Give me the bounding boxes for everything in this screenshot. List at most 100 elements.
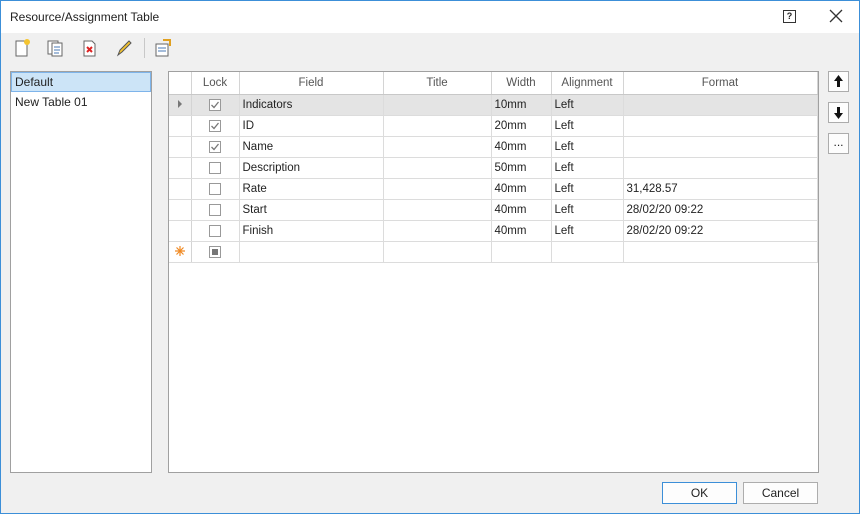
- new-row-cell[interactable]: [551, 241, 624, 263]
- cell-title[interactable]: [383, 136, 492, 158]
- move-up-button[interactable]: [828, 71, 849, 92]
- table-list[interactable]: Default New Table 01: [10, 71, 152, 473]
- lock-checkbox[interactable]: [209, 140, 221, 153]
- lock-checkbox[interactable]: [209, 98, 221, 111]
- arrow-up-icon: [834, 75, 843, 87]
- cell-width[interactable]: 40mm: [491, 199, 552, 221]
- cell-field[interactable]: ID: [239, 115, 384, 137]
- table-row[interactable]: Description 50mm Left: [169, 157, 818, 179]
- cell-format[interactable]: [623, 136, 818, 158]
- title-bar: Resource/Assignment Table ?: [1, 1, 859, 33]
- new-row-cell[interactable]: [491, 241, 552, 263]
- grid-body: Indicators 10mm Left ID 20mm Left Name 40mm Left…: [169, 94, 818, 263]
- row-indicator[interactable]: [169, 115, 192, 137]
- move-down-button[interactable]: [828, 102, 849, 123]
- lock-checkbox[interactable]: [209, 203, 221, 216]
- column-header-alignment[interactable]: Alignment: [551, 72, 624, 95]
- cell-title[interactable]: [383, 178, 492, 200]
- row-indicator[interactable]: [169, 199, 192, 221]
- lock-checkbox[interactable]: [209, 161, 221, 174]
- header-row: Lock Field Title Width Alignment Format: [169, 72, 818, 95]
- lock-cell: [191, 157, 240, 179]
- delete-table-button[interactable]: [79, 38, 99, 58]
- lock-cell: [191, 220, 240, 242]
- cell-alignment[interactable]: Left: [551, 94, 624, 116]
- lock-checkbox[interactable]: [209, 224, 221, 237]
- table-row[interactable]: ID 20mm Left: [169, 115, 818, 137]
- list-item-new-table-01[interactable]: New Table 01: [11, 92, 151, 112]
- cell-alignment[interactable]: Left: [551, 115, 624, 137]
- cell-width[interactable]: 20mm: [491, 115, 552, 137]
- cell-format[interactable]: [623, 157, 818, 179]
- field-table: Lock Field Title Width Alignment Format …: [169, 72, 818, 263]
- table-row[interactable]: Finish 40mm Left 28/02/20 09:22: [169, 220, 818, 242]
- current-row-icon: [177, 99, 182, 108]
- cell-alignment[interactable]: Left: [551, 157, 624, 179]
- new-row-cell[interactable]: [383, 241, 492, 263]
- indicator-header: [169, 72, 192, 95]
- cell-width[interactable]: 40mm: [491, 178, 552, 200]
- cell-title[interactable]: [383, 220, 492, 242]
- help-button[interactable]: ?: [783, 10, 796, 23]
- more-options-button[interactable]: ...: [828, 133, 849, 154]
- cancel-button[interactable]: Cancel: [743, 482, 818, 504]
- row-indicator[interactable]: [169, 157, 192, 179]
- cell-format[interactable]: 28/02/20 09:22: [623, 199, 818, 221]
- cell-alignment[interactable]: Left: [551, 220, 624, 242]
- cell-format[interactable]: [623, 115, 818, 137]
- new-row[interactable]: [169, 241, 818, 263]
- column-header-field[interactable]: Field: [239, 72, 384, 95]
- new-row-cell[interactable]: [239, 241, 384, 263]
- cell-field[interactable]: Indicators: [239, 94, 384, 116]
- table-row[interactable]: Start 40mm Left 28/02/20 09:22: [169, 199, 818, 221]
- lock-checkbox-indeterminate[interactable]: [209, 245, 221, 258]
- table-row[interactable]: Indicators 10mm Left: [169, 94, 818, 116]
- properties-icon: [155, 39, 171, 57]
- cell-field[interactable]: Description: [239, 157, 384, 179]
- cell-title[interactable]: [383, 94, 492, 116]
- new-table-button[interactable]: [12, 38, 32, 58]
- column-header-lock[interactable]: Lock: [191, 72, 240, 95]
- row-indicator[interactable]: [169, 220, 192, 242]
- row-indicator[interactable]: [169, 94, 192, 116]
- properties-button[interactable]: [153, 38, 173, 58]
- cell-format[interactable]: 28/02/20 09:22: [623, 220, 818, 242]
- new-row-cell[interactable]: [623, 241, 818, 263]
- toolbar-separator: [144, 38, 145, 58]
- cell-width[interactable]: 10mm: [491, 94, 552, 116]
- table-row[interactable]: Name 40mm Left: [169, 136, 818, 158]
- column-header-width[interactable]: Width: [491, 72, 552, 95]
- new-row-indicator: [169, 241, 192, 263]
- column-header-format[interactable]: Format: [623, 72, 818, 95]
- cell-title[interactable]: [383, 115, 492, 137]
- lock-checkbox[interactable]: [209, 119, 221, 132]
- cell-alignment[interactable]: Left: [551, 199, 624, 221]
- cell-alignment[interactable]: Left: [551, 178, 624, 200]
- cell-width[interactable]: 40mm: [491, 220, 552, 242]
- table-row[interactable]: Rate 40mm Left 31,428.57: [169, 178, 818, 200]
- new-row-star-icon: [174, 245, 185, 256]
- cell-title[interactable]: [383, 157, 492, 179]
- ok-button[interactable]: OK: [662, 482, 737, 504]
- list-item-default[interactable]: Default: [11, 72, 151, 92]
- cell-width[interactable]: 40mm: [491, 136, 552, 158]
- cell-field[interactable]: Finish: [239, 220, 384, 242]
- row-indicator[interactable]: [169, 178, 192, 200]
- cell-field[interactable]: Rate: [239, 178, 384, 200]
- cell-alignment[interactable]: Left: [551, 136, 624, 158]
- copy-table-button[interactable]: [45, 38, 65, 58]
- cell-title[interactable]: [383, 199, 492, 221]
- cell-field[interactable]: Name: [239, 136, 384, 158]
- column-header-title[interactable]: Title: [383, 72, 492, 95]
- row-indicator[interactable]: [169, 136, 192, 158]
- cell-format[interactable]: [623, 94, 818, 116]
- close-button[interactable]: [827, 7, 845, 25]
- cell-width[interactable]: 50mm: [491, 157, 552, 179]
- dialog-window: Resource/Assignment Table ? Default New …: [0, 0, 860, 514]
- cell-field[interactable]: Start: [239, 199, 384, 221]
- rename-button[interactable]: [114, 38, 134, 58]
- toolbar: [1, 33, 859, 63]
- lock-checkbox[interactable]: [209, 182, 221, 195]
- arrow-down-icon: [834, 107, 843, 119]
- cell-format[interactable]: 31,428.57: [623, 178, 818, 200]
